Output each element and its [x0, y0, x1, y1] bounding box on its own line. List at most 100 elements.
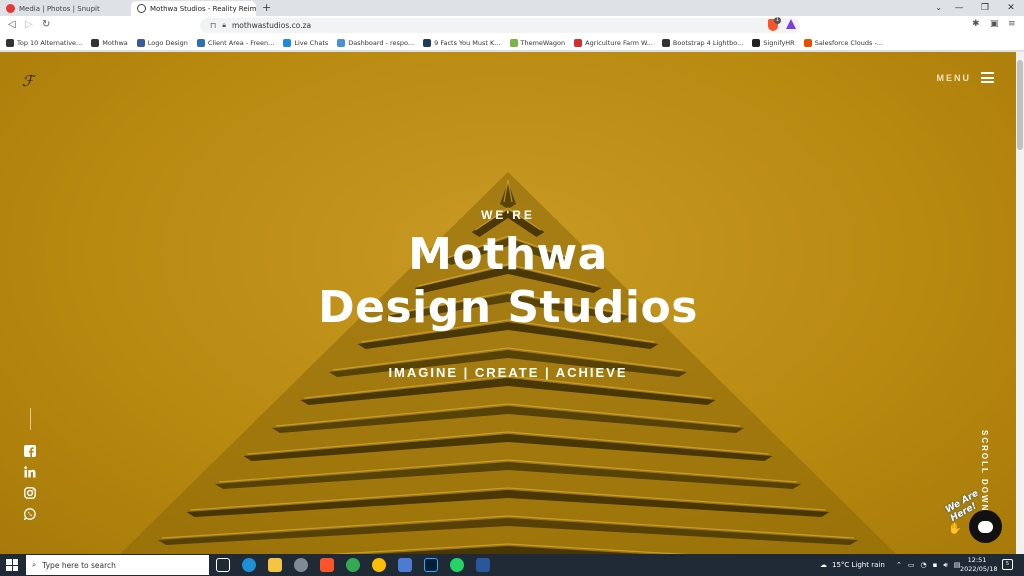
bookmark-item[interactable]: Bootstrap 4 Lightbo... [661, 38, 744, 47]
minimize-icon[interactable]: — [946, 0, 972, 16]
mothwa-favicon-icon [137, 4, 146, 13]
bookmark-label: Bootstrap 4 Lightbo... [672, 38, 744, 47]
bookmark-item[interactable]: Live Chats [283, 38, 329, 47]
social-links [24, 408, 36, 520]
tab-snupit[interactable]: Media | Photos | Snupit [0, 1, 128, 16]
chrome-app-icon[interactable] [346, 558, 360, 572]
whatsapp-icon[interactable] [24, 508, 36, 520]
site-logo[interactable]: ℱ [22, 72, 34, 90]
bookmark-favicon-icon [6, 38, 14, 47]
instagram-icon[interactable] [24, 487, 36, 499]
tab-mothwa[interactable]: Mothwa Studios - Reality Reimagi ✕ [131, 1, 256, 16]
tray-chevron-icon[interactable]: ⌃ [896, 561, 902, 569]
back-icon[interactable]: ◁ [8, 19, 16, 30]
bookmark-item[interactable]: Client Area - Freen... [196, 38, 275, 47]
forward-icon[interactable]: ▷ [25, 19, 33, 30]
bookmark-label: ThemeWagon [520, 38, 566, 47]
search-icon: ⌕ [32, 560, 37, 569]
taskbar-clock[interactable]: 12:51 2022/05/18 [960, 556, 998, 574]
bookmark-favicon-icon [91, 38, 100, 47]
facebook-icon[interactable] [24, 445, 36, 457]
new-tab-button[interactable]: + [262, 1, 271, 14]
chrome-browser-icon[interactable] [372, 558, 386, 572]
waving-hand-icon: ✋ [948, 522, 962, 535]
brave-rewards-icon[interactable] [786, 19, 796, 29]
bookmark-favicon-icon [423, 38, 432, 47]
bookmark-label: Client Area - Freen... [207, 38, 275, 47]
task-view-icon[interactable] [216, 558, 230, 572]
whatsapp-taskbar-icon[interactable] [450, 558, 464, 572]
mail-app-icon[interactable] [294, 558, 308, 572]
bookmark-item[interactable]: ThemeWagon [509, 38, 566, 47]
restore-icon[interactable]: ❐ [972, 0, 998, 16]
tab-title: Media | Photos | Snupit [19, 4, 100, 13]
bookmark-favicon-icon [803, 38, 812, 47]
tab-search-chevron-icon[interactable]: ⌄ [935, 0, 942, 16]
chat-icon [978, 520, 993, 533]
tab-title: Mothwa Studios - Reality Reimagi [150, 4, 256, 13]
reload-icon[interactable]: ↻ [42, 19, 50, 30]
hero-title: Mothwa Design Studios [0, 228, 1016, 334]
clock-date: 2022/05/18 [960, 565, 998, 573]
bookmark-favicon-icon [661, 38, 670, 47]
clock-time: 12:51 [967, 556, 987, 564]
bookmark-item[interactable]: Top 10 Alternative... [6, 38, 83, 47]
bookmark-favicon-icon [283, 38, 292, 47]
weather-text: 15°C Light rain [832, 561, 885, 569]
bookmark-label: Mothwa [102, 38, 128, 47]
page-viewport: ℱ MENU WE'RE Mothwa Design Studios IMAGI… [0, 52, 1016, 554]
taskbar-search-box[interactable]: ⌕ Type here to search [26, 555, 209, 575]
windows-taskbar: ⌕ Type here to search ☁ 15°C Light rain … [0, 554, 1024, 576]
url-text[interactable]: mothwastudios.co.za [232, 21, 311, 30]
bookmark-item[interactable]: 9 Facts You Must K... [423, 38, 501, 47]
window-controls: — ❐ ✕ [946, 0, 1024, 16]
network-icon[interactable]: ◔ [921, 561, 927, 569]
file-explorer-icon[interactable] [268, 558, 282, 572]
bookmark-label: SignifyHR [763, 38, 795, 47]
bookmark-item[interactable]: Mothwa [91, 38, 128, 47]
volume-icon[interactable]: 🔊︎ [943, 561, 947, 570]
hero-title-line1: Mothwa [408, 229, 608, 280]
close-window-icon[interactable]: ✕ [998, 0, 1024, 16]
lock-icon[interactable]: 🔒︎ [222, 21, 226, 30]
battery-icon[interactable]: ▭ [908, 561, 915, 569]
notifications-icon[interactable]: 5 [1002, 559, 1013, 570]
bookmark-favicon-icon [752, 38, 761, 47]
tab-strip: Media | Photos | Snupit Mothwa Studios -… [0, 0, 1024, 16]
bookmark-item[interactable]: Dashboard - respo... [337, 38, 414, 47]
word-icon[interactable] [476, 558, 490, 572]
bookmark-item[interactable]: Salesforce Clouds -... [803, 38, 883, 47]
bookmark-favicon-icon [337, 38, 346, 47]
photoshop-icon[interactable] [424, 558, 438, 572]
bookmark-label: Live Chats [294, 38, 329, 47]
taskbar-search-placeholder: Type here to search [42, 560, 116, 570]
browser-menu-icon[interactable]: ≡ [1008, 19, 1016, 29]
bookmark-icon[interactable]: ⊓ [210, 21, 216, 30]
store-app-icon[interactable] [398, 558, 412, 572]
address-bar[interactable]: ⊓ 🔒︎ mothwastudios.co.za [200, 18, 800, 33]
chat-widget-button[interactable] [969, 510, 1002, 543]
app-tray-icon[interactable]: ▪ [933, 561, 938, 569]
hero-tagline: IMAGINE | CREATE | ACHIEVE [388, 365, 628, 380]
extensions-icon[interactable]: ✱ [972, 19, 980, 29]
menu-toggle[interactable]: MENU [936, 72, 994, 83]
brave-taskbar-icon[interactable] [320, 558, 334, 572]
bookmark-favicon-icon [136, 38, 145, 47]
windows-start-icon[interactable] [6, 559, 18, 571]
bookmark-item[interactable]: Agriculture Farm W... [574, 38, 653, 47]
bookmarks-bar: Top 10 Alternative... Mothwa Logo Design Cl… [0, 35, 1024, 51]
edge-browser-icon[interactable] [242, 558, 256, 572]
hamburger-icon[interactable] [981, 72, 994, 83]
wallet-icon[interactable]: ▣ [990, 19, 999, 29]
weather-widget[interactable]: ☁ 15°C Light rain [820, 554, 885, 576]
social-divider [29, 408, 31, 430]
bookmark-label: Top 10 Alternative... [17, 38, 83, 47]
linkedin-icon[interactable] [24, 466, 36, 478]
menu-label: MENU [936, 72, 971, 83]
bookmark-item[interactable]: SignifyHR [752, 38, 795, 47]
snupit-favicon-icon [6, 4, 15, 13]
bookmark-item[interactable]: Logo Design [136, 38, 188, 47]
hero-title-line2: Design Studios [318, 282, 698, 333]
scrollbar-thumb[interactable] [1017, 60, 1023, 150]
page-scrollbar[interactable] [1016, 52, 1024, 554]
